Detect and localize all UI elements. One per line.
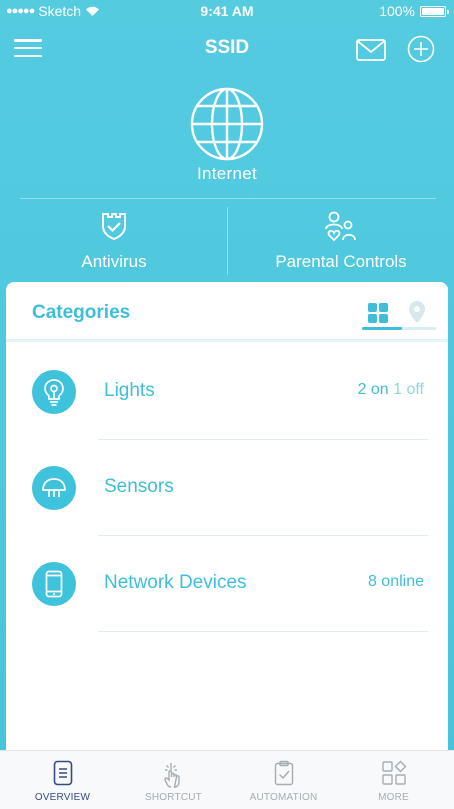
map-pin-icon[interactable] [408,300,426,324]
nav-bar: SSID [0,24,454,74]
category-lights[interactable]: Lights 2 on 1 off [6,344,448,440]
parental-controls-button[interactable]: Parental Controls [228,199,454,281]
parental-controls-label: Parental Controls [275,252,407,271]
lights-on-count: 2 on [357,381,389,398]
clipboard-check-icon [274,760,293,786]
sensor-icon [32,466,76,510]
card-header: Categories [6,282,448,342]
tab-bar: OVERVIEW SHORTCUT AUTOMATION MORE [0,750,454,809]
shield-icon [102,213,126,241]
tab-shortcut[interactable]: SHORTCUT [117,751,230,809]
antivirus-label: Antivirus [81,252,147,271]
view-toggle-indicator [362,327,436,330]
grid-view-icon[interactable] [367,302,389,324]
categories-title: Categories [32,302,131,323]
mail-icon[interactable] [356,39,386,61]
category-status: 8 online [367,573,424,590]
internet-label: Internet [196,164,258,183]
battery-icon [420,5,449,17]
tab-overview[interactable]: OVERVIEW [6,751,119,809]
status-bar: ●●●●● Sketch 9:41 AM 100% [0,0,454,24]
lights-off-count: 1 off [393,381,424,398]
globe-icon[interactable] [189,86,265,162]
overview-icon [53,760,72,786]
category-label: Network Devices [104,572,247,593]
status-right: 100% [379,3,449,19]
tab-label: AUTOMATION [249,792,318,803]
tab-label: SHORTCUT [145,792,202,803]
category-label: Lights [104,380,155,401]
feature-row: Antivirus Parental Controls [0,199,454,281]
antivirus-button[interactable]: Antivirus [0,199,228,281]
tab-more[interactable]: MORE [337,751,450,809]
family-icon [325,211,356,241]
bulb-icon [32,370,76,414]
tap-icon [163,763,180,788]
category-network-devices[interactable]: Network Devices 8 online [6,536,448,632]
row-divider [98,631,428,632]
tab-label: MORE [378,792,409,803]
app-screen: ●●●●● Sketch 9:41 AM 100% SSID Internet … [0,0,454,809]
category-label: Sensors [104,476,174,497]
phone-icon [32,562,76,606]
more-grid-icon [381,760,406,785]
categories-card: Categories Lights 2 on 1 off Sensors Net… [6,282,448,762]
tab-automation[interactable]: AUTOMATION [227,751,340,809]
add-icon[interactable] [407,35,435,63]
card-header-divider [6,339,448,342]
category-status: 2 on 1 off [358,381,424,399]
category-sensors[interactable]: Sensors [6,440,448,536]
battery-percent: 100% [379,3,415,19]
tab-label: OVERVIEW [34,792,91,803]
